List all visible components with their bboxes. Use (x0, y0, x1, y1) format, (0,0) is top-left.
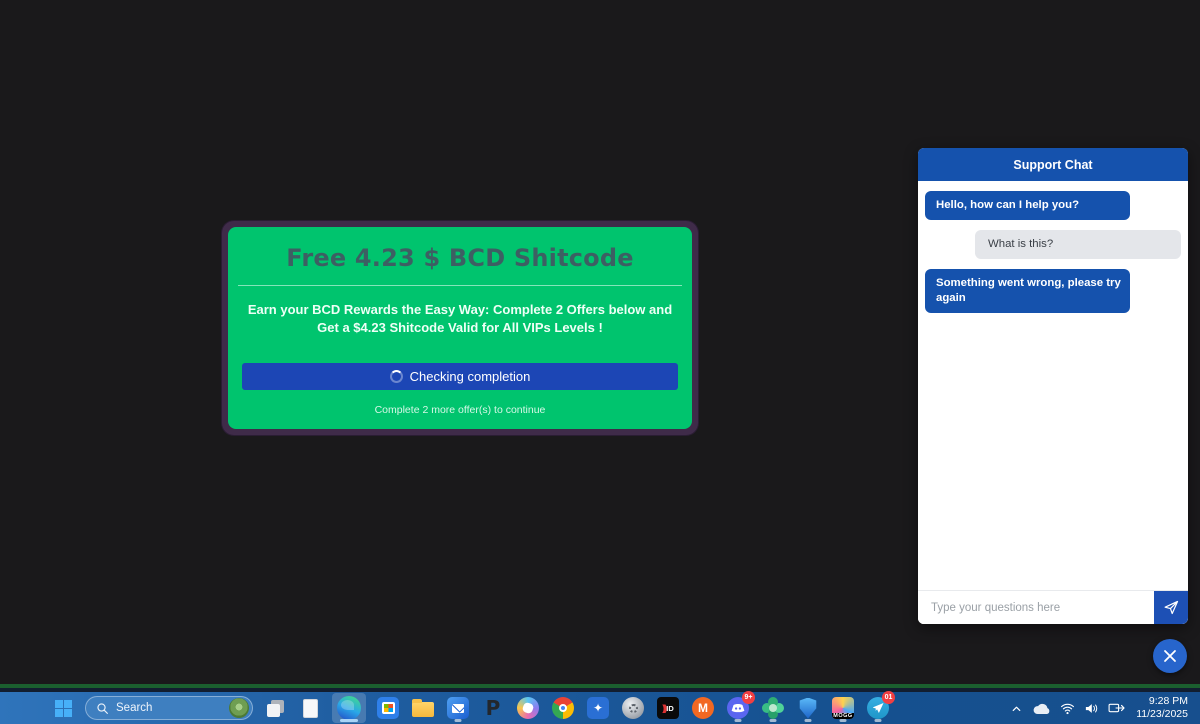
mogg-icon: MOGG (832, 697, 854, 719)
taskbar-icon-monero[interactable]: M (690, 693, 716, 723)
search-label: Search (116, 702, 222, 714)
tray-onedrive-button[interactable] (1032, 702, 1051, 715)
tray-network-button[interactable] (1060, 702, 1075, 715)
file-explorer-icon (412, 702, 434, 717)
edge-icon (337, 696, 361, 720)
checking-completion-button[interactable]: Checking completion (242, 363, 678, 390)
close-icon (1163, 649, 1177, 663)
green-flower-icon (769, 704, 777, 712)
chat-message-user: What is this? (975, 230, 1181, 259)
microsoft-store-icon (377, 697, 399, 719)
stacked-windows-icon (267, 700, 284, 717)
send-button[interactable] (1154, 591, 1188, 624)
loading-spinner-icon (390, 370, 403, 383)
system-tray: 9:28 PM 11/23/2025 (1010, 695, 1190, 721)
search-highlight-image (229, 698, 249, 718)
promo-modal: Free 4.23 $ BCD Shitcode Earn your BCD R… (222, 221, 698, 435)
taskbar-icon-stacked-windows[interactable] (262, 693, 288, 723)
taskbar-icon-discord[interactable]: 9+ (725, 693, 751, 723)
taskbar-icon-outlook[interactable] (445, 693, 471, 723)
paper-plane-icon (1163, 599, 1180, 616)
promo-description: Earn your BCD Rewards the Easy Way: Comp… (241, 301, 679, 337)
taskbar-icon-edge[interactable] (332, 693, 366, 723)
taskbar-icon-id-audio[interactable]: )))ID (655, 693, 681, 723)
mogg-label: MOGG (832, 713, 854, 719)
taskbar-icon-p-logo[interactable]: P (480, 693, 506, 723)
blue-app-icon: ✦ (587, 697, 609, 719)
chat-input[interactable] (918, 591, 1154, 624)
chat-header: Support Chat (918, 148, 1188, 181)
volume-icon (1084, 702, 1099, 715)
taskbar-icon-telegram[interactable]: 01 (865, 693, 891, 723)
search-box[interactable]: Search (85, 696, 253, 720)
chat-message-agent: Something went wrong, please try again (925, 269, 1130, 313)
taskbar-icon-silver-dial[interactable] (620, 693, 646, 723)
shield-icon (799, 698, 817, 719)
chat-message-agent: Hello, how can I help you? (925, 191, 1130, 220)
search-icon (96, 702, 109, 715)
telegram-badge: 01 (882, 691, 895, 704)
notepad-icon (303, 699, 318, 718)
desktop: Free 4.23 $ BCD Shitcode Earn your BCD R… (0, 0, 1200, 724)
copilot-icon (517, 697, 539, 719)
tray-input-status-button[interactable] (1108, 701, 1127, 715)
taskbar-icon-blue-app[interactable]: ✦ (585, 693, 611, 723)
taskbar-icon-green-flower[interactable] (760, 693, 786, 723)
taskbar-icon-copilot[interactable] (515, 693, 541, 723)
input-status-icon (1108, 701, 1127, 715)
tray-chevron-button[interactable] (1010, 702, 1023, 715)
taskbar-icon-chrome[interactable] (550, 693, 576, 723)
promo-modal-body: Free 4.23 $ BCD Shitcode Earn your BCD R… (228, 227, 692, 429)
chevron-up-icon (1010, 702, 1023, 715)
chat-message-list: Hello, how can I help you? What is this?… (918, 181, 1188, 590)
checking-completion-label: Checking completion (410, 369, 531, 384)
support-chat-panel: Support Chat Hello, how can I help you? … (918, 148, 1188, 624)
discord-badge: 9+ (742, 691, 755, 704)
promo-footer-note: Complete 2 more offer(s) to continue (228, 404, 692, 416)
taskbar-icon-notepad[interactable] (297, 693, 323, 723)
start-button[interactable] (50, 693, 76, 723)
taskbar-apps: Search P (50, 693, 891, 723)
promo-title: Free 4.23 $ BCD Shitcode (228, 227, 692, 272)
clock-time: 9:28 PM (1136, 695, 1188, 708)
id-audio-icon: )))ID (657, 697, 679, 719)
taskbar-icon-windows-security[interactable] (795, 693, 821, 723)
taskbar-icon-microsoft-store[interactable] (375, 693, 401, 723)
monero-icon: M (692, 697, 714, 719)
chat-input-row (918, 590, 1188, 624)
chrome-icon (552, 697, 574, 719)
chat-close-button[interactable] (1153, 639, 1187, 673)
wifi-icon (1060, 702, 1075, 715)
outlook-icon (447, 697, 469, 719)
taskbar-icon-mogg[interactable]: MOGG (830, 693, 856, 723)
windows-start-icon (55, 700, 72, 717)
taskbar-icon-file-explorer[interactable] (410, 693, 436, 723)
taskbar-clock[interactable]: 9:28 PM 11/23/2025 (1136, 695, 1188, 721)
onedrive-cloud-icon (1032, 702, 1051, 715)
tray-volume-button[interactable] (1084, 702, 1099, 715)
taskbar: Search P (0, 692, 1200, 724)
silver-dial-icon (622, 697, 644, 719)
p-logo-icon: P (486, 696, 501, 720)
divider (238, 285, 682, 286)
clock-date: 11/23/2025 (1136, 708, 1188, 721)
